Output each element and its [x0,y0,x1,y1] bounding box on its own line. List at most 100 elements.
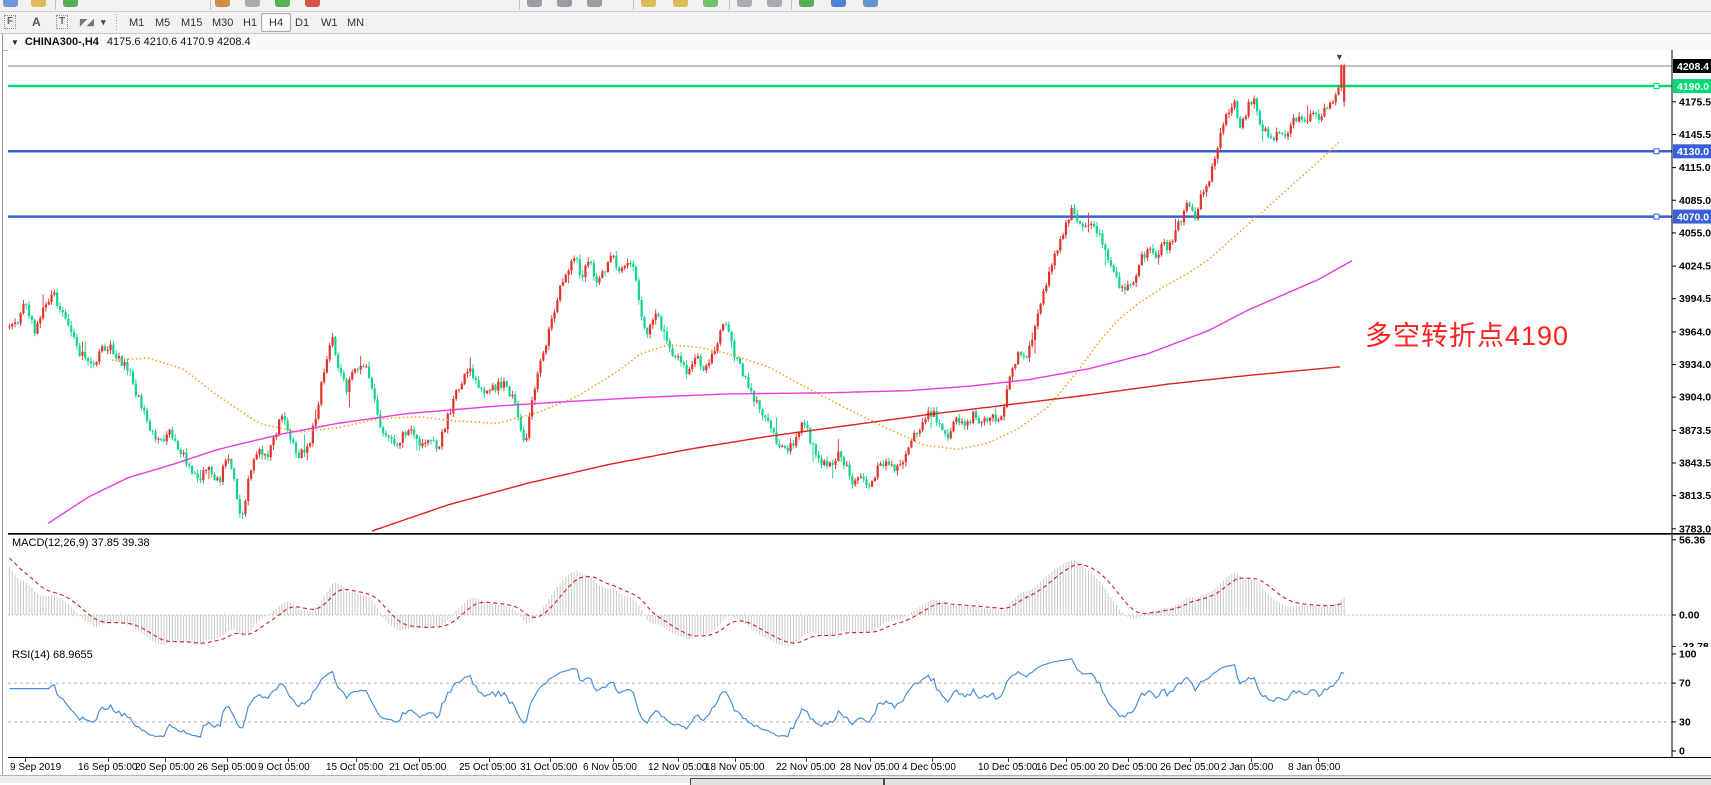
bar-chart-type-icon[interactable] [527,0,542,7]
time-axis-label: 16 Sep 05:00 [78,762,138,773]
time-axis-label: 16 Dec 05:00 [1036,762,1096,773]
price-axis-label: 4145.5 [1679,129,1711,141]
candle-chart-type-icon[interactable] [557,0,572,7]
time-axis-label: 8 Jan 05:00 [1288,762,1340,773]
add-chart-icon[interactable] [63,0,78,7]
time-axis[interactable]: 9 Sep 201916 Sep 05:0020 Sep 05:0026 Sep… [8,758,1711,775]
rsi-axis-label: 70 [1679,678,1691,690]
record-icon[interactable] [305,0,320,7]
time-axis-label: 2 Jan 05:00 [1221,762,1273,773]
last-bar-marker-icon: ▼ [1335,52,1344,62]
toolbar-separator [791,0,792,10]
print-icon[interactable] [245,0,260,7]
line-chart-type-icon[interactable] [587,0,602,7]
chart-ohlc-values: 4175.6 4210.6 4170.9 4208.4 [107,36,251,48]
toolbar-separator [210,0,211,10]
templates-icon[interactable] [863,0,878,7]
cursor-tool-icon[interactable] [215,0,230,7]
price-axis-label: 3904.0 [1679,392,1711,404]
indicators-icon[interactable] [799,0,814,7]
time-axis-label: 18 Nov 05:00 [705,762,765,773]
price-badge-4190.0: 4190.0 [1673,79,1711,93]
ma-fast-orange [112,141,1340,449]
svg-text:4190.0: 4190.0 [1677,81,1709,93]
support-line-4130[interactable] [8,149,1672,154]
rsi-chart-svg[interactable]: 100 70 30 0 [8,647,1711,757]
time-axis-label: 12 Nov 05:00 [648,762,708,773]
main-chart-pane[interactable]: 多空转折点4190 ▼ 4175.54145.54115.04085.04055… [8,50,1711,534]
price-badge-4130.0: 4130.0 [1673,144,1711,158]
rsi-axis-label: 30 [1679,716,1691,728]
toolbar-separator [729,0,730,10]
timeframe-mn[interactable]: MN [339,13,372,32]
price-axis-label: 3994.5 [1679,293,1711,305]
toolbar-separator [519,0,520,10]
svg-text:4130.0: 4130.0 [1677,146,1709,158]
arrow-objects-caret[interactable]: ▾ [101,13,106,31]
chart-symbol-timeframe: CHINA300-,H4 [25,36,99,48]
svg-text:4070.0: 4070.0 [1677,211,1709,223]
time-axis-label: 20 Dec 05:00 [1098,762,1158,773]
text-a-tool[interactable]: A [32,13,41,31]
macd-signal-line [9,558,1344,643]
chart-title-bar: ▼ CHINA300-,H4 4175.6 4210.6 4170.9 4208… [3,34,1711,51]
rsi-pane[interactable]: RSI(14) 68.9655 100 70 30 0 [8,647,1711,758]
time-axis-label: 31 Oct 05:00 [520,762,577,773]
macd-axis-label: 56.36 [1679,535,1705,546]
price-axis-label: 4055.0 [1679,227,1711,239]
time-axis-label: 4 Dec 05:00 [902,762,956,773]
price-axis-label: 3964.0 [1679,326,1711,338]
time-axis-label: 21 Oct 05:00 [389,762,446,773]
time-axis-label: 25 Oct 05:00 [459,762,516,773]
toolbar-grip [114,14,118,30]
price-chart-svg[interactable]: 4175.54145.54115.04085.04055.04024.53994… [8,50,1711,533]
label-f-tool[interactable]: F [4,13,16,31]
symbol-dropdown-icon[interactable]: ▼ [11,38,19,47]
zoom-in-icon[interactable] [641,0,656,7]
price-axis-label: 3934.0 [1679,359,1711,371]
time-axis-label: 28 Nov 05:00 [840,762,900,773]
market-watch-icon[interactable] [31,0,46,7]
chart-window: ▼ CHINA300-,H4 4175.6 4210.6 4170.9 4208… [0,34,1711,782]
chart-shift-icon[interactable] [767,0,782,7]
annotation-text[interactable]: 多空转折点4190 [1365,314,1569,353]
macd-histogram [9,560,1344,646]
toolbar-separator [633,0,634,10]
price-axis-label: 3873.5 [1679,425,1711,437]
auto-scroll-icon[interactable] [737,0,752,7]
time-axis-label: 9 Oct 05:00 [258,762,310,773]
zoom-out-icon[interactable] [673,0,688,7]
macd-chart-svg[interactable]: 56.360.00-23.78 [8,535,1711,647]
arrow-objects-tool[interactable]: ◤◢ [80,13,94,31]
price-axis-label: 3843.5 [1679,458,1711,470]
resistance-line-4190[interactable] [8,84,1672,89]
support-line-4070[interactable] [8,214,1672,219]
macd-pane[interactable]: MACD(12,26,9) 37.85 39.38 56.360.00-23.7… [8,534,1711,648]
new-order-icon[interactable] [3,0,18,7]
window-frame [2,34,3,782]
time-axis-label: 6 Nov 05:00 [583,762,637,773]
toolbar-separator [55,0,56,10]
ma-mid-magenta [48,261,1352,524]
price-axis-label: 3813.5 [1679,490,1711,502]
rsi-line [9,659,1344,737]
time-axis-label: 26 Dec 05:00 [1160,762,1220,773]
price-axis-label: 4115.0 [1679,162,1711,174]
text-label-tool[interactable]: T [56,13,68,31]
svg-text:4208.4: 4208.4 [1677,61,1709,73]
rsi-axis-label: 100 [1679,649,1697,661]
time-axis-label: 10 Dec 05:00 [978,762,1038,773]
price-axis-label: 4024.5 [1679,261,1711,273]
periods-icon[interactable] [831,0,846,7]
tile-windows-icon[interactable] [703,0,718,7]
play-tester-icon[interactable] [275,0,290,7]
price-axis-label: 4175.5 [1679,96,1711,108]
time-axis-label: 15 Oct 05:00 [326,762,383,773]
time-axis-label: 20 Sep 05:00 [135,762,195,773]
macd-label: MACD(12,26,9) 37.85 39.38 [12,537,150,549]
time-axis-label: 9 Sep 2019 [10,762,61,773]
rsi-axis-label: 0 [1679,746,1685,758]
price-badge-4208.4: 4208.4 [1673,59,1711,73]
rsi-label: RSI(14) 68.9655 [12,649,93,661]
price-axis-label: 3783.0 [1679,523,1711,533]
